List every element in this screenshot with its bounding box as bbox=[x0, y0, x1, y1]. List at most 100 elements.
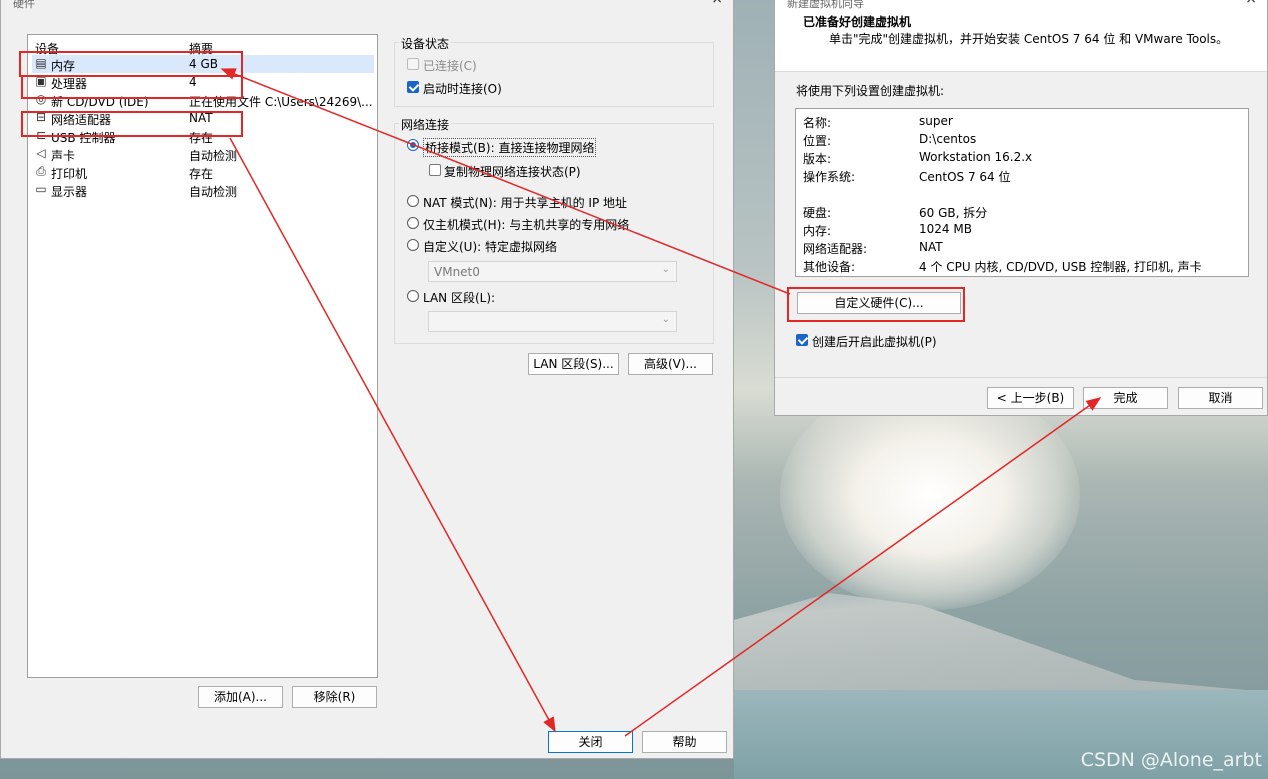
hardware-window: 硬件 × 设备 摘要 ▤ 内存 4 GB ▣ 处理器 4 ◎ 新 CD/DVD (IDE) 正在… bbox=[0, 0, 734, 759]
printer-icon: ⎙ bbox=[36, 164, 46, 178]
custom-network-radio[interactable] bbox=[407, 239, 419, 251]
summary-value: NAT bbox=[919, 240, 943, 254]
device-row[interactable]: ◎ 新 CD/DVD (IDE) 正在使用文件 C:\Users\24269\... bbox=[32, 91, 374, 110]
usb-controller-icon: ⊏ bbox=[35, 128, 47, 142]
processor-icon: ▣ bbox=[35, 74, 47, 88]
device-row[interactable]: ⊏ USB 控制器 存在 bbox=[32, 127, 374, 146]
close-button[interactable]: 关闭 bbox=[548, 731, 633, 753]
replicate-state-checkbox[interactable] bbox=[429, 164, 441, 176]
nat-radio[interactable] bbox=[407, 195, 419, 207]
device-summary: 自动检测 bbox=[189, 149, 238, 163]
advanced-button[interactable]: 高级(V)... bbox=[628, 353, 713, 375]
bridged-radio[interactable] bbox=[407, 139, 419, 151]
device-name: 显示器 bbox=[51, 185, 88, 199]
power-on-after-label[interactable]: 创建后开启此虚拟机(P) bbox=[812, 333, 937, 350]
device-row[interactable]: ▣ 处理器 4 bbox=[32, 73, 374, 92]
lan-segment-label[interactable]: LAN 区段(L): bbox=[423, 289, 495, 306]
lan-segment-select[interactable]: ⌄ bbox=[428, 311, 677, 332]
device-summary: 正在使用文件 C:\Users\24269\... bbox=[189, 95, 372, 109]
display-icon: ▭ bbox=[35, 182, 47, 196]
connected-checkbox bbox=[407, 58, 419, 70]
host-only-radio[interactable] bbox=[407, 217, 419, 229]
device-summary: NAT bbox=[189, 111, 213, 125]
device-status-label: 设备状态 bbox=[399, 35, 452, 52]
custom-network-select[interactable]: VMnet0 ⌄ bbox=[428, 261, 677, 282]
device-name: 新 CD/DVD (IDE) bbox=[51, 95, 149, 109]
back-button[interactable]: < 上一步(B) bbox=[987, 387, 1074, 409]
device-summary: 4 GB bbox=[189, 57, 218, 71]
power-on-after-checkbox[interactable] bbox=[796, 334, 808, 346]
lan-segment-radio[interactable] bbox=[407, 290, 419, 302]
host-only-label[interactable]: 仅主机模式(H): 与主机共享的专用网络 bbox=[423, 216, 629, 233]
settings-summary-box: 名称: super 位置: D:\centos 版本: Workstation 16.2.… bbox=[795, 108, 1249, 277]
summary-key: 位置: bbox=[803, 134, 832, 148]
customize-hardware-button[interactable]: 自定义硬件(C)... bbox=[797, 292, 961, 314]
device-summary: 自动检测 bbox=[189, 185, 238, 199]
network-adapter-icon: ⊟ bbox=[35, 110, 47, 124]
device-summary: 存在 bbox=[189, 131, 214, 145]
chevron-down-icon: ⌄ bbox=[661, 314, 670, 325]
close-icon[interactable]: × bbox=[1245, 0, 1257, 7]
wizard-title: 新建虚拟机向导 bbox=[787, 0, 864, 10]
device-row[interactable]: ▭ 显示器 自动检测 bbox=[32, 181, 374, 200]
replicate-state-label[interactable]: 复制物理网络连接状态(P) bbox=[444, 163, 581, 180]
summary-key: 硬盘: bbox=[803, 206, 832, 220]
device-row[interactable]: ⊟ 网络适配器 NAT bbox=[32, 109, 374, 128]
summary-value: 4 个 CPU 内核, CD/DVD, USB 控制器, 打印机, 声卡 bbox=[919, 260, 1202, 274]
memory-icon: ▤ bbox=[35, 56, 47, 70]
summary-key: 内存: bbox=[803, 224, 832, 238]
summary-value: Workstation 16.2.x bbox=[919, 150, 1033, 164]
lan-segments-button[interactable]: LAN 区段(S)... bbox=[528, 353, 619, 375]
summary-row: 其他设备: 4 个 CPU 内核, CD/DVD, USB 控制器, 打印机, 声… bbox=[803, 258, 1243, 276]
device-summary: 存在 bbox=[189, 167, 214, 181]
remove-device-button[interactable]: 移除(R) bbox=[292, 686, 377, 708]
device-list-header: 设备 摘要 bbox=[28, 35, 377, 56]
device-summary: 4 bbox=[189, 75, 197, 89]
device-row[interactable]: ⎙ 打印机 存在 bbox=[32, 163, 374, 182]
cancel-button[interactable]: 取消 bbox=[1178, 387, 1263, 409]
finish-button[interactable]: 完成 bbox=[1083, 387, 1168, 409]
summary-value: super bbox=[919, 114, 953, 128]
summary-key: 名称: bbox=[803, 116, 832, 130]
connect-at-power-on-label[interactable]: 启动时连接(O) bbox=[423, 80, 502, 97]
hardware-window-titlebar[interactable]: 硬件 × bbox=[1, 0, 733, 13]
device-name: USB 控制器 bbox=[51, 131, 116, 145]
close-icon[interactable]: × bbox=[711, 0, 723, 7]
help-button[interactable]: 帮助 bbox=[642, 731, 727, 753]
connect-at-power-on-checkbox[interactable] bbox=[407, 81, 419, 93]
nat-label[interactable]: NAT 模式(N): 用于共享主机的 IP 地址 bbox=[423, 194, 627, 211]
custom-network-select-value: VMnet0 bbox=[434, 265, 480, 279]
summary-value: 1024 MB bbox=[919, 222, 972, 236]
csdn-watermark: CSDN @Alone_arbt bbox=[1080, 749, 1262, 771]
summary-key: 操作系统: bbox=[803, 170, 856, 184]
wizard-subheading: 单击"完成"创建虚拟机，并开始安装 CentOS 7 64 位 和 VMware… bbox=[829, 32, 1229, 46]
summary-key: 网络适配器: bbox=[803, 242, 868, 256]
wizard-header: 已准备好创建虚拟机 单击"完成"创建虚拟机，并开始安装 CentOS 7 64 … bbox=[775, 13, 1267, 72]
add-device-button[interactable]: 添加(A)... bbox=[198, 686, 283, 708]
network-connection-label: 网络连接 bbox=[399, 116, 452, 133]
wizard-footer-divider bbox=[775, 377, 1267, 378]
settings-intro: 将使用下列设置创建虚拟机: bbox=[796, 84, 945, 98]
summary-key: 版本: bbox=[803, 152, 832, 166]
device-list[interactable]: 设备 摘要 ▤ 内存 4 GB ▣ 处理器 4 ◎ 新 CD/DVD (IDE) 正在使用文件 … bbox=[27, 34, 378, 678]
device-name: 打印机 bbox=[51, 167, 88, 181]
new-vm-wizard-window: 新建虚拟机向导 × 已准备好创建虚拟机 单击"完成"创建虚拟机，并开始安装 Ce… bbox=[774, 0, 1268, 416]
custom-network-label[interactable]: 自定义(U): 特定虚拟网络 bbox=[423, 238, 557, 255]
chevron-down-icon: ⌄ bbox=[661, 264, 670, 275]
summary-row: 名称: super bbox=[803, 114, 1243, 132]
device-name: 网络适配器 bbox=[51, 113, 112, 127]
hardware-window-title: 硬件 bbox=[13, 0, 35, 10]
summary-key: 其他设备: bbox=[803, 260, 856, 274]
summary-row: 内存: 1024 MB bbox=[803, 222, 1243, 240]
summary-value: D:\centos bbox=[919, 132, 977, 146]
device-name: 内存 bbox=[51, 59, 76, 73]
device-row[interactable]: ▤ 内存 4 GB bbox=[32, 55, 374, 73]
device-name: 声卡 bbox=[51, 149, 76, 163]
wizard-heading: 已准备好创建虚拟机 bbox=[803, 15, 912, 29]
summary-value: CentOS 7 64 位 bbox=[919, 170, 1011, 184]
device-name: 处理器 bbox=[51, 77, 88, 91]
wizard-titlebar[interactable]: 新建虚拟机向导 × bbox=[775, 0, 1267, 13]
connected-label: 已连接(C) bbox=[423, 59, 477, 73]
device-row[interactable]: ◁ 声卡 自动检测 bbox=[32, 145, 374, 164]
bridged-label[interactable]: 桥接模式(B): 直接连接物理网络 bbox=[423, 138, 597, 157]
